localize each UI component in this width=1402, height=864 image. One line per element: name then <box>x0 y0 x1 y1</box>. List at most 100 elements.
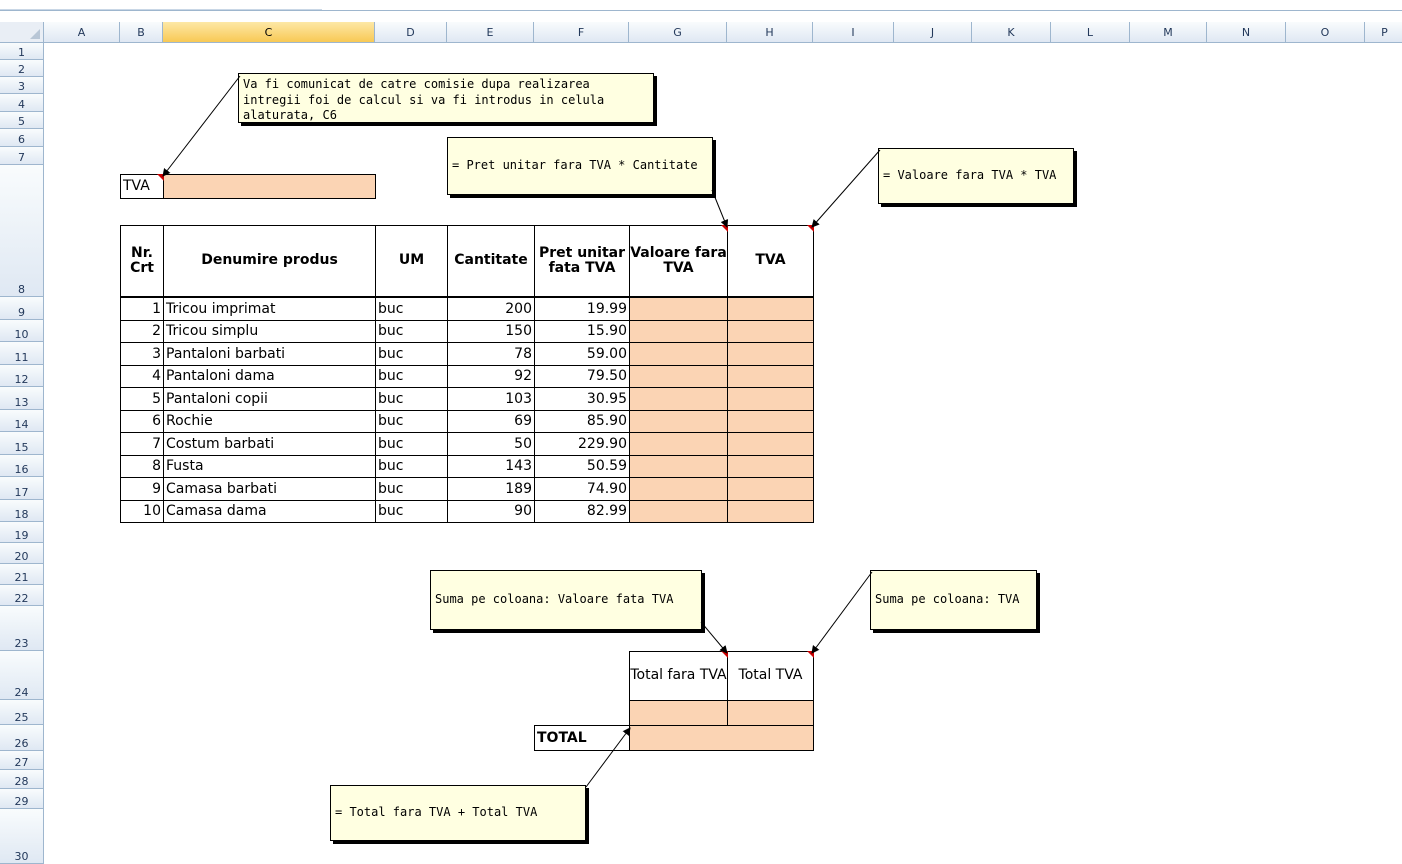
table-cell-produs[interactable]: Tricou imprimat <box>163 297 376 321</box>
row-header-9[interactable]: 9 <box>0 297 44 320</box>
table-cell-produs[interactable]: Rochie <box>163 410 376 433</box>
total-tva-header[interactable]: Total TVA <box>727 651 814 701</box>
table-cell-pret[interactable]: 59.00 <box>534 342 630 366</box>
tva-input-cell[interactable] <box>163 174 376 199</box>
table-cell-produs[interactable]: Pantaloni copii <box>163 387 376 411</box>
row-header-16[interactable]: 16 <box>0 455 44 477</box>
table-cell-tva[interactable] <box>727 477 814 501</box>
total-tva-value[interactable] <box>727 700 814 726</box>
row-header-12[interactable]: 12 <box>0 365 44 387</box>
table-cell-pret[interactable]: 74.90 <box>534 477 630 501</box>
row-header-25[interactable]: 25 <box>0 700 44 725</box>
table-cell-nr[interactable]: 8 <box>120 455 164 478</box>
table-cell-cantitate[interactable]: 78 <box>447 342 535 366</box>
table-cell-produs[interactable]: Camasa barbati <box>163 477 376 501</box>
row-header-19[interactable]: 19 <box>0 522 44 543</box>
column-header-b[interactable]: B <box>120 22 163 43</box>
table-cell-cantitate[interactable]: 50 <box>447 432 535 456</box>
column-header-n[interactable]: N <box>1207 22 1286 43</box>
column-header-k[interactable]: K <box>972 22 1051 43</box>
row-header-29[interactable]: 29 <box>0 789 44 809</box>
row-header-7[interactable]: 7 <box>0 147 44 165</box>
total-label[interactable]: TOTAL <box>534 725 630 751</box>
spreadsheet[interactable]: ABCDEFGHIJKLMNOP 1 2 3 4 5 6 7 8 9 10 11 12 13 14 15 16… <box>0 0 1402 864</box>
grand-total-value[interactable] <box>629 725 814 751</box>
table-cell-nr[interactable]: 1 <box>120 297 164 321</box>
comment-valoare-formula[interactable]: = Pret unitar fara TVA * Cantitate <box>447 137 713 195</box>
table-cell-nr[interactable]: 6 <box>120 410 164 433</box>
table-cell-valoare-fara-tva[interactable] <box>629 320 728 343</box>
table-cell-pret[interactable]: 50.59 <box>534 455 630 478</box>
header-cantitate[interactable]: Cantitate <box>447 225 535 297</box>
table-cell-nr[interactable]: 3 <box>120 342 164 366</box>
column-header-j[interactable]: J <box>894 22 972 43</box>
select-all-corner[interactable] <box>0 22 44 43</box>
header-nr-crt[interactable]: Nr. Crt <box>120 225 164 297</box>
column-header-e[interactable]: E <box>447 22 534 43</box>
comment-total-formula[interactable]: = Total fara TVA + Total TVA <box>330 785 586 841</box>
row-header-13[interactable]: 13 <box>0 387 44 410</box>
table-cell-um[interactable]: buc <box>375 365 448 388</box>
table-cell-valoare-fara-tva[interactable] <box>629 455 728 478</box>
table-cell-produs[interactable]: Tricou simplu <box>163 320 376 343</box>
table-cell-cantitate[interactable]: 150 <box>447 320 535 343</box>
header-pret-unitar[interactable]: Pret unitar fata TVA <box>534 225 630 297</box>
table-cell-um[interactable]: buc <box>375 387 448 411</box>
table-cell-tva[interactable] <box>727 410 814 433</box>
table-cell-nr[interactable]: 10 <box>120 500 164 523</box>
table-cell-cantitate[interactable]: 143 <box>447 455 535 478</box>
table-cell-nr[interactable]: 7 <box>120 432 164 456</box>
column-header-a[interactable]: A <box>44 22 120 43</box>
header-valoare-fara-tva[interactable]: Valoare fara TVA <box>629 225 728 297</box>
table-cell-valoare-fara-tva[interactable] <box>629 477 728 501</box>
table-cell-pret[interactable]: 19.99 <box>534 297 630 321</box>
column-header-h[interactable]: H <box>727 22 813 43</box>
row-header-20[interactable]: 20 <box>0 543 44 564</box>
table-cell-cantitate[interactable]: 189 <box>447 477 535 501</box>
comment-suma-tva[interactable]: Suma pe coloana: TVA <box>870 570 1037 630</box>
row-header-15[interactable]: 15 <box>0 432 44 455</box>
row-header-27[interactable]: 27 <box>0 751 44 770</box>
row-header-11[interactable]: 11 <box>0 342 44 365</box>
table-cell-tva[interactable] <box>727 297 814 321</box>
table-cell-valoare-fara-tva[interactable] <box>629 410 728 433</box>
row-header-2[interactable]: 2 <box>0 60 44 77</box>
row-header-24[interactable]: 24 <box>0 651 44 700</box>
row-header-14[interactable]: 14 <box>0 410 44 432</box>
table-cell-valoare-fara-tva[interactable] <box>629 387 728 411</box>
table-cell-produs[interactable]: Pantaloni dama <box>163 365 376 388</box>
table-cell-cantitate[interactable]: 90 <box>447 500 535 523</box>
table-cell-nr[interactable]: 9 <box>120 477 164 501</box>
table-cell-cantitate[interactable]: 200 <box>447 297 535 321</box>
row-header-30[interactable]: 30 <box>0 809 44 864</box>
table-cell-valoare-fara-tva[interactable] <box>629 297 728 321</box>
table-cell-pret[interactable]: 30.95 <box>534 387 630 411</box>
row-header-10[interactable]: 10 <box>0 320 44 342</box>
row-header-26[interactable]: 26 <box>0 725 44 751</box>
header-tva[interactable]: TVA <box>727 225 814 297</box>
table-cell-valoare-fara-tva[interactable] <box>629 500 728 523</box>
table-cell-um[interactable]: buc <box>375 410 448 433</box>
table-cell-nr[interactable]: 4 <box>120 365 164 388</box>
table-cell-valoare-fara-tva[interactable] <box>629 342 728 366</box>
column-header-d[interactable]: D <box>375 22 447 43</box>
table-cell-tva[interactable] <box>727 365 814 388</box>
table-cell-valoare-fara-tva[interactable] <box>629 365 728 388</box>
row-header-8[interactable]: 8 <box>0 165 44 297</box>
table-cell-um[interactable]: buc <box>375 297 448 321</box>
table-cell-produs[interactable]: Fusta <box>163 455 376 478</box>
table-cell-um[interactable]: buc <box>375 500 448 523</box>
comment-suma-valoare[interactable]: Suma pe coloana: Valoare fata TVA <box>430 570 702 630</box>
table-cell-produs[interactable]: Costum barbati <box>163 432 376 456</box>
table-cell-cantitate[interactable]: 69 <box>447 410 535 433</box>
header-denumire-produs[interactable]: Denumire produs <box>163 225 376 297</box>
table-cell-tva[interactable] <box>727 432 814 456</box>
total-fara-tva-value[interactable] <box>629 700 728 726</box>
row-header-3[interactable]: 3 <box>0 77 44 94</box>
row-header-5[interactable]: 5 <box>0 112 44 129</box>
comment-tva-formula[interactable]: = Valoare fara TVA * TVA <box>878 148 1074 204</box>
table-cell-um[interactable]: buc <box>375 455 448 478</box>
table-cell-tva[interactable] <box>727 342 814 366</box>
row-header-1[interactable]: 1 <box>0 43 44 60</box>
table-cell-pret[interactable]: 79.50 <box>534 365 630 388</box>
